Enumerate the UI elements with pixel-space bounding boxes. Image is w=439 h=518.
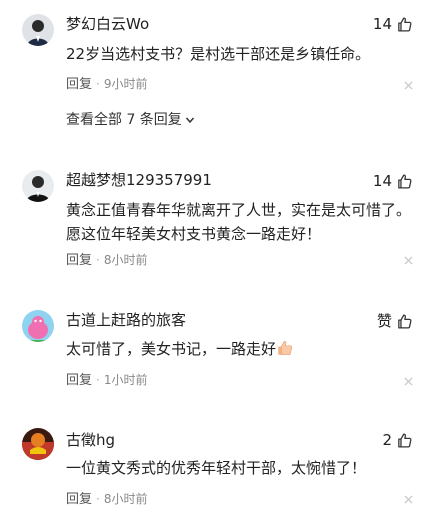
chevron-down-icon <box>185 117 194 124</box>
comment-meta: 回复 · 8小时前 <box>66 253 148 268</box>
view-all-label: 查看全部 7 条回复 <box>66 112 182 128</box>
timestamp: 9小时前 <box>103 77 148 91</box>
username[interactable]: 梦幻白云Wo <box>66 14 149 34</box>
comment-meta: 回复 · 9小时前 <box>66 77 148 92</box>
avatar[interactable] <box>22 14 54 46</box>
comment-text: 黄念正值青春年华就离开了人世，实在是太可惜了。愿这位年轻美女村支书黄念一路走好！ <box>66 201 412 243</box>
thumbs-up-outline-icon <box>398 432 412 448</box>
like-button[interactable]: 14 <box>373 171 413 191</box>
close-icon <box>404 81 413 90</box>
thumbs-up-emoji <box>278 340 293 356</box>
timestamp: 1小时前 <box>103 373 148 387</box>
timestamp: 8小时前 <box>103 492 148 506</box>
thumbs-up-outline-icon <box>398 173 412 189</box>
close-icon <box>404 256 413 265</box>
like-button[interactable]: 赞 <box>377 311 413 331</box>
avatar[interactable] <box>22 170 54 202</box>
close-button[interactable] <box>404 81 413 90</box>
close-button[interactable] <box>404 495 413 504</box>
username[interactable]: 古道上赶路的旅客 <box>66 310 186 330</box>
reply-button[interactable]: 回复 <box>66 253 92 268</box>
username[interactable]: 超越梦想129357991 <box>66 170 212 190</box>
close-button[interactable] <box>404 256 413 265</box>
thumbs-up-outline-icon <box>398 16 412 32</box>
comment-meta: 回复 · 1小时前 <box>66 373 148 388</box>
comment-text-line: 太可惜了，美女书记，一路走好 <box>66 337 415 361</box>
comment-text: 太可惜了，美女书记，一路走好 <box>66 340 277 358</box>
comment-meta: 回复 · 8小时前 <box>66 492 148 507</box>
like-label: 赞 <box>376 312 392 330</box>
like-count: 2 <box>382 431 392 449</box>
avatar[interactable] <box>22 428 54 460</box>
avatar[interactable] <box>22 310 54 342</box>
like-button[interactable]: 2 <box>382 430 413 450</box>
thumbs-up-outline-icon <box>398 313 412 329</box>
reply-button[interactable]: 回复 <box>66 77 92 92</box>
like-count: 14 <box>372 15 392 33</box>
timestamp: 8小时前 <box>103 253 148 267</box>
like-button[interactable]: 14 <box>373 14 413 34</box>
close-icon <box>404 377 413 386</box>
comment-text: 一位黄文秀式的优秀年轻村干部，太惋惜了！ <box>66 459 367 477</box>
view-all-replies-link[interactable]: 查看全部 7 条回复 <box>66 110 195 130</box>
close-icon <box>404 495 413 504</box>
comment-text: 22岁当选村支书？是村选干部还是乡镇任命。 <box>66 45 371 63</box>
reply-button[interactable]: 回复 <box>66 492 92 507</box>
username[interactable]: 古徵hg <box>66 430 115 450</box>
close-button[interactable] <box>404 377 413 386</box>
like-count: 14 <box>372 172 392 190</box>
reply-button[interactable]: 回复 <box>66 373 92 388</box>
